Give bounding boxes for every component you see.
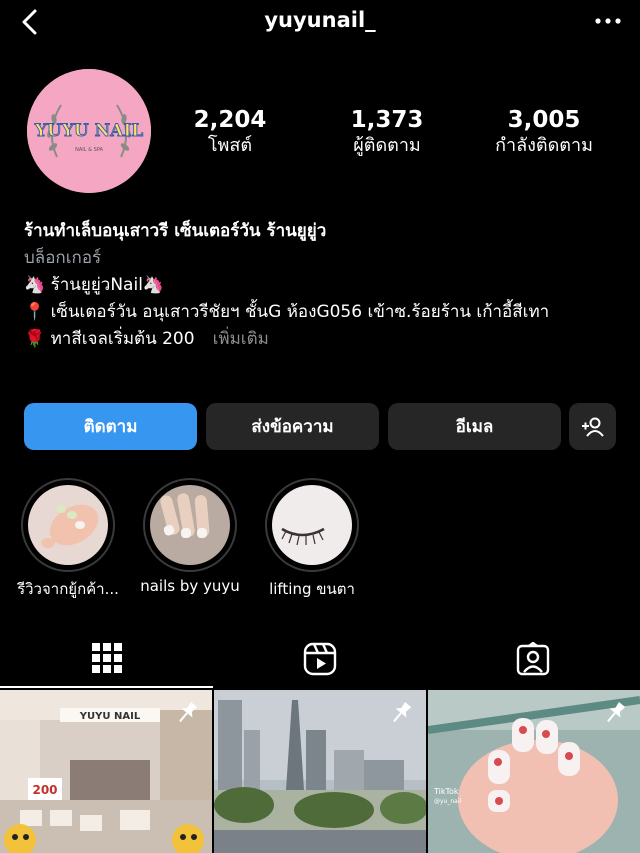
- profile-username: yuyunail_: [264, 8, 376, 32]
- post-tiktok-watermark: TikTok: [433, 787, 459, 796]
- bio-line-address: 📍 เซ็นเตอร์วัน อนุเสาวรีชัยฯ ชั้นG ห้องG…: [24, 302, 550, 322]
- more-dots-icon[interactable]: [592, 8, 624, 34]
- follow-button[interactable]: ติดตาม: [24, 403, 197, 450]
- posts-count: 2,204: [193, 107, 267, 133]
- add-user-button[interactable]: [569, 403, 616, 450]
- pin-icon: [393, 702, 412, 723]
- profile-tabs: [0, 630, 640, 688]
- bio-line-shop: 🦄 ร้านยูยู่วNail🦄: [24, 275, 165, 295]
- tab-posts-grid[interactable]: [0, 630, 213, 688]
- pin-icon: [179, 702, 198, 723]
- highlight-lashes-label: lifting ขนตา: [269, 580, 355, 598]
- post-price-sign: 200: [32, 783, 57, 797]
- post-thumbnail[interactable]: [214, 690, 426, 853]
- email-button[interactable]: อีเมล: [388, 403, 561, 450]
- post-thumbnail[interactable]: TikTok @yu_nail: [428, 690, 640, 853]
- svg-text:NAIL & SPA: NAIL & SPA: [75, 147, 103, 153]
- stat-followers[interactable]: 1,373 ผู้ติดตาม: [340, 106, 434, 158]
- highlight-lashes-image: [272, 485, 352, 565]
- following-label: กำลังติดตาม: [495, 135, 593, 156]
- bio-line-price: 🌹 ทาสีเจลเริ่มต้น 200 เพิ่มเติม: [24, 326, 624, 353]
- bio-name: ร้านทำเล็บอนุเสาวรี เซ็นเตอร์วัน ร้านยูย…: [24, 221, 327, 241]
- highlight-lashes[interactable]: lifting ขนตา: [262, 478, 362, 601]
- highlight-reviews-image: [28, 485, 108, 565]
- highlight-reviews-label: รีวิวจากยู้กค้า...: [17, 580, 119, 598]
- bio-more-link[interactable]: เพิ่มเติม: [213, 329, 269, 349]
- bio-price-text: 🌹 ทาสีเจลเริ่มต้น 200: [24, 329, 195, 349]
- pin-icon: [607, 702, 626, 723]
- post-tiktok-handle: @yu_nail: [434, 798, 462, 805]
- profile-bio: ร้านทำเล็บอนุเสาวรี เซ็นเตอร์วัน ร้านยูย…: [24, 218, 624, 353]
- posts-label: โพสต์: [207, 135, 253, 156]
- post-thumbnail[interactable]: YUYU NAIL 200: [0, 690, 212, 853]
- reels-icon: [303, 642, 336, 676]
- highlight-reviews[interactable]: รีวิวจากยู้กค้า...: [17, 478, 119, 601]
- following-count: 3,005: [507, 107, 581, 133]
- top-bar: yuyunail_: [0, 0, 640, 48]
- message-button[interactable]: ส่งข้อความ: [206, 403, 379, 450]
- followers-count: 1,373: [350, 107, 424, 133]
- add-user-icon: [581, 417, 604, 437]
- posts-grid: YUYU NAIL 200 TikTok @yu_nail: [0, 690, 640, 853]
- grid-icon: [91, 643, 122, 673]
- post-shop-sign: YUYU NAIL: [79, 711, 141, 722]
- stat-posts[interactable]: 2,204 โพสต์: [190, 106, 270, 158]
- tab-tagged[interactable]: [426, 630, 639, 688]
- highlight-nails-image: [150, 485, 230, 565]
- avatar-logo-image: YUYU NAIL NAIL & SPA: [27, 69, 151, 193]
- followers-label: ผู้ติดตาม: [353, 135, 421, 156]
- stat-following[interactable]: 3,005 กำลังติดตาม: [484, 106, 604, 158]
- highlight-nails[interactable]: nails by yuyu: [140, 478, 240, 595]
- svg-text:YUYU NAIL: YUYU NAIL: [34, 121, 144, 141]
- tab-reels[interactable]: [213, 630, 426, 688]
- highlight-nails-label: nails by yuyu: [140, 577, 240, 595]
- bio-category[interactable]: บล็อกเกอร์: [24, 245, 624, 272]
- profile-avatar[interactable]: YUYU NAIL NAIL & SPA: [27, 69, 151, 193]
- tagged-icon: [516, 642, 549, 676]
